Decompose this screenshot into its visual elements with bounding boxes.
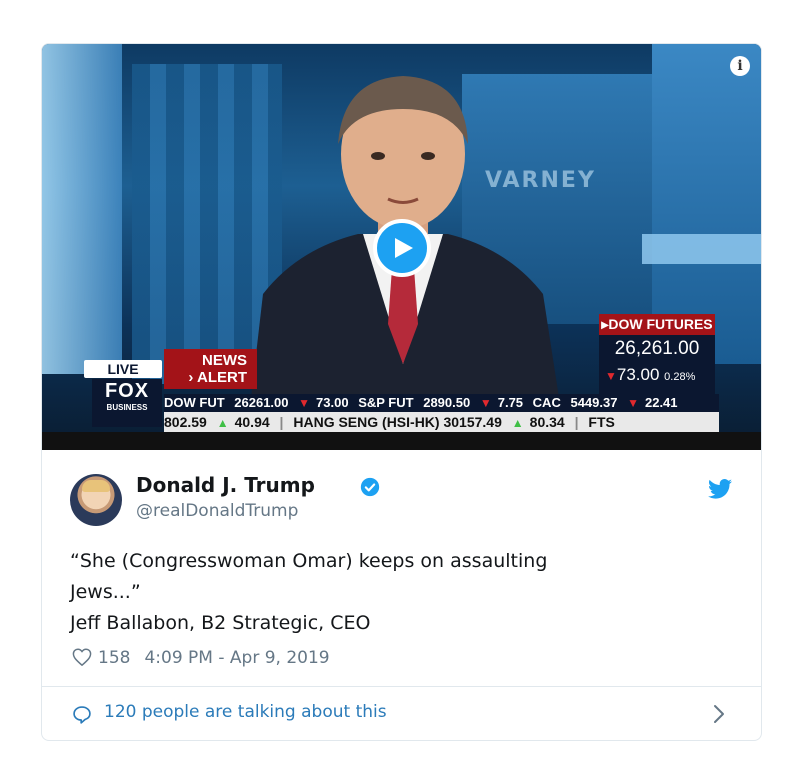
tweet-timestamp[interactable]: 4:09 PM - Apr 9, 2019 bbox=[144, 648, 329, 668]
ticker-top: DOW FUT 26261.00 ▼ 73.00 S&P FUT 2890.50 … bbox=[164, 394, 719, 412]
author-handle[interactable]: @realDonaldTrump bbox=[136, 501, 298, 521]
ticker-change: 40.94 bbox=[234, 414, 270, 430]
dow-futures-change: ▼73.00 0.28% bbox=[605, 365, 715, 385]
dow-change-percent: 0.28% bbox=[664, 371, 696, 383]
verified-icon bbox=[360, 477, 380, 497]
speech-bubble-icon bbox=[73, 706, 91, 724]
author-name[interactable]: Donald J. Trump bbox=[136, 473, 315, 497]
down-triangle-icon: ▼ bbox=[605, 369, 617, 383]
fox-logo-text: FOX bbox=[104, 380, 150, 402]
info-icon[interactable]: i bbox=[730, 56, 750, 76]
ticker-separator: | bbox=[279, 414, 284, 430]
tweet-text: “She (Congresswoman Omar) keeps on assau… bbox=[70, 546, 730, 639]
twitter-bird-icon[interactable] bbox=[708, 478, 732, 500]
news-alert-line1: NEWS bbox=[202, 352, 247, 369]
talking-link[interactable]: 120 people are talking about this bbox=[104, 702, 387, 722]
ticker-bottom: 802.59 ▲ 40.94 | HANG SENG (HSI-HK) 30157… bbox=[164, 412, 719, 432]
up-triangle-icon: ▲ bbox=[511, 416, 524, 430]
dow-change-value: 73.00 bbox=[616, 365, 660, 384]
studio-background-panel bbox=[42, 44, 122, 374]
ticker-label: S&P FUT bbox=[358, 395, 414, 410]
up-triangle-icon: ▲ bbox=[216, 416, 229, 430]
down-triangle-icon: ▼ bbox=[479, 396, 492, 410]
down-triangle-icon: ▼ bbox=[298, 396, 311, 410]
live-badge: LIVE bbox=[84, 360, 162, 378]
avatar[interactable] bbox=[70, 474, 122, 526]
ticker-label: CAC bbox=[532, 395, 561, 410]
fox-business-logo: FOX BUSINESS bbox=[92, 379, 162, 427]
play-button[interactable] bbox=[373, 219, 431, 277]
ticker-tail: FTS bbox=[588, 414, 615, 430]
tweet-meta: 158 4:09 PM - Apr 9, 2019 bbox=[72, 648, 330, 672]
news-alert-line2: › ALERT bbox=[188, 369, 247, 386]
like-count[interactable]: 158 bbox=[98, 648, 130, 668]
down-triangle-icon: ▼ bbox=[627, 396, 639, 410]
dow-futures-title: ▸DOW FUTURES bbox=[599, 314, 715, 335]
tweet-text-line: Jeff Ballabon, B2 Strategic, CEO bbox=[70, 612, 371, 634]
ticker-separator: | bbox=[574, 414, 579, 430]
ticker-value: 802.59 bbox=[164, 414, 207, 430]
ticker-value: 5449.37 bbox=[570, 395, 618, 410]
tweet-text-line: Jews...” bbox=[70, 581, 141, 603]
ticker-change: 73.00 bbox=[316, 395, 349, 410]
heart-icon[interactable] bbox=[72, 648, 92, 666]
dow-futures-value: 26,261.00 bbox=[614, 338, 700, 359]
talking-footer[interactable]: 120 people are talking about this bbox=[42, 686, 761, 740]
tweet-embed-card: VARNEY i ▸DOW FUTURES 26,261.00 ▼73.00 0… bbox=[41, 43, 762, 741]
ticker-value: 2890.50 bbox=[423, 395, 471, 410]
ticker-change: 80.34 bbox=[529, 414, 565, 430]
tweet-text-line: “She (Congresswoman Omar) keeps on assau… bbox=[70, 550, 548, 572]
studio-background-panel bbox=[642, 234, 761, 264]
tweet-body: Donald J. Trump @realDonaldTrump “She (C… bbox=[42, 450, 761, 686]
video-player[interactable]: VARNEY i ▸DOW FUTURES 26,261.00 ▼73.00 0… bbox=[42, 44, 761, 450]
dow-futures-box: ▸DOW FUTURES 26,261.00 ▼73.00 0.28% bbox=[599, 314, 715, 394]
avatar-hair bbox=[82, 480, 110, 492]
ticker-change: 22.41 bbox=[644, 395, 678, 410]
ticker-value: 26261.00 bbox=[234, 395, 289, 410]
ticker-label: DOW FUT bbox=[164, 395, 225, 410]
play-icon bbox=[395, 238, 413, 258]
ticker-hang-seng: HANG SENG (HSI-HK) 30157.49 bbox=[293, 414, 502, 430]
video-bottom-band bbox=[42, 432, 761, 450]
fox-logo-subtext: BUSINESS bbox=[106, 403, 148, 412]
ticker-change: 7.75 bbox=[497, 395, 524, 410]
chevron-right-icon[interactable] bbox=[712, 703, 726, 725]
news-alert-banner: NEWS › ALERT bbox=[164, 349, 257, 389]
